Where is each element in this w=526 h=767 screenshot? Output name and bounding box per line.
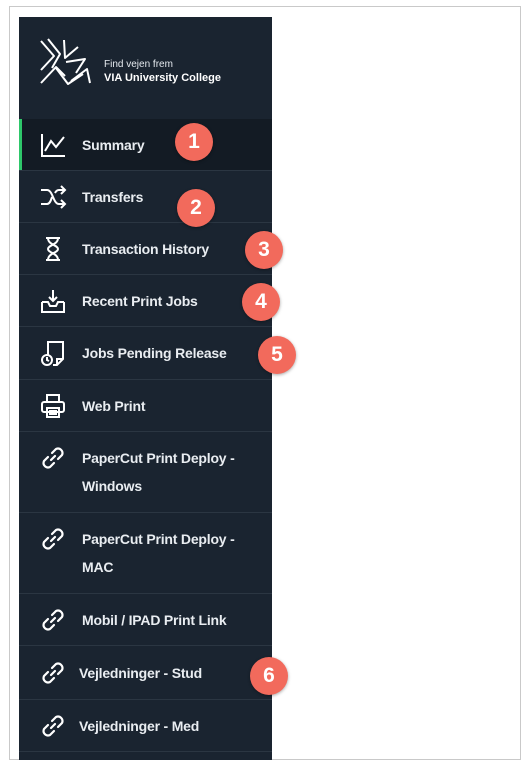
callout-badge-2: 2 — [177, 189, 215, 227]
hourglass-icon — [39, 235, 67, 263]
chart-line-icon — [39, 131, 67, 159]
sidebar-item-papercut-deploy-mac[interactable]: PaperCut Print Deploy - MAC — [19, 513, 272, 594]
callout-badge-3: 3 — [245, 231, 283, 269]
sidebar-item-label: Summary — [82, 137, 145, 153]
link-icon — [39, 659, 67, 687]
sidebar-nav: Summary Transfers Transaction History Re… — [19, 119, 272, 752]
sidebar-item-jobs-pending-release[interactable]: Jobs Pending Release — [19, 327, 272, 380]
link-icon — [39, 712, 67, 740]
brand-logo[interactable]: Find vejen frem VIA University College — [38, 37, 268, 97]
brand-tagline: Find vejen frem — [104, 59, 173, 70]
link-icon — [39, 525, 67, 553]
sidebar-item-label: Transaction History — [82, 241, 209, 257]
sidebar-item-papercut-deploy-windows[interactable]: PaperCut Print Deploy - Windows — [19, 432, 272, 513]
brand-name: VIA University College — [104, 72, 221, 84]
sidebar-item-mobil-ipad-print-link[interactable]: Mobil / IPAD Print Link — [19, 594, 272, 646]
sidebar-item-label: Jobs Pending Release — [82, 345, 227, 361]
shuffle-icon — [39, 183, 67, 211]
sidebar-item-label: PaperCut Print Deploy - MAC — [82, 531, 235, 575]
callout-badge-5: 5 — [258, 336, 296, 374]
sidebar-item-label: PaperCut Print Deploy - Windows — [82, 450, 235, 494]
sidebar-item-label: Vejledninger - Med — [79, 718, 200, 734]
sidebar-item-label: Transfers — [82, 189, 144, 205]
via-logo-icon — [40, 38, 91, 85]
document-pending-icon — [39, 339, 67, 367]
sidebar-item-label: Recent Print Jobs — [82, 293, 198, 309]
sidebar-item-transaction-history[interactable]: Transaction History — [19, 223, 272, 275]
sidebar-item-recent-print-jobs[interactable]: Recent Print Jobs — [19, 275, 272, 327]
sidebar-item-web-print[interactable]: Web Print — [19, 380, 272, 432]
callout-badge-6: 6 — [250, 657, 288, 695]
callout-badge-1: 1 — [175, 123, 213, 161]
sidebar-item-vejledninger-med[interactable]: Vejledninger - Med — [19, 700, 272, 752]
inbox-tray-icon — [39, 287, 67, 315]
sidebar-item-vejledninger-stud[interactable]: Vejledninger - Stud — [19, 646, 272, 700]
printer-icon — [39, 392, 67, 420]
sidebar-item-label: Web Print — [82, 398, 146, 414]
link-icon — [39, 606, 67, 634]
link-icon — [39, 444, 67, 472]
sidebar-item-summary[interactable]: Summary — [19, 119, 272, 171]
callout-badge-4: 4 — [242, 283, 280, 321]
sidebar-item-transfers[interactable]: Transfers — [19, 171, 272, 223]
sidebar-item-label: Mobil / IPAD Print Link — [82, 612, 227, 628]
sidebar: Find vejen frem VIA University College S… — [19, 17, 272, 760]
sidebar-item-label: Vejledninger - Stud — [79, 665, 202, 681]
